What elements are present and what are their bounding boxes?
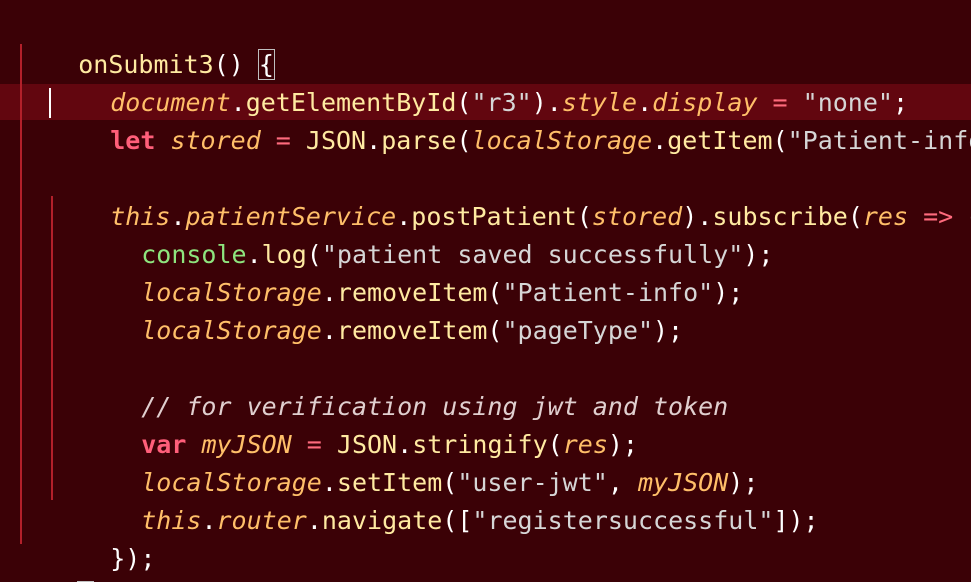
punct: . <box>201 506 217 535</box>
code-line[interactable]: onSubmit3() { <box>18 8 275 80</box>
code-line[interactable]: localStorage.setItem("user-jwt", myJSON)… <box>81 426 758 497</box>
method: getItem <box>667 126 773 155</box>
closing-brace: }); <box>110 544 156 573</box>
text-cursor <box>49 88 51 118</box>
punct: ( <box>487 316 503 345</box>
string: "registersuccessful" <box>472 506 774 535</box>
property: router <box>216 506 307 535</box>
method: removeItem <box>336 316 488 345</box>
code-line[interactable]: console.log("patient saved successfully"… <box>81 198 773 269</box>
punct: . <box>306 506 322 535</box>
punct: . <box>366 126 382 155</box>
identifier: localStorage <box>471 126 653 155</box>
code-line[interactable]: let stored = JSON.parse(localStorage.get… <box>50 84 971 155</box>
code-line[interactable]: // for verification using jwt and token <box>81 350 728 421</box>
code-line[interactable]: } <box>18 540 95 582</box>
punct: ( <box>456 126 472 155</box>
punct: ); <box>743 240 774 269</box>
punct: ([ <box>442 506 473 535</box>
identifier: localStorage <box>141 316 322 345</box>
punct: ( <box>772 126 788 155</box>
arrow-operator: => <box>908 202 969 231</box>
method: navigate <box>321 506 443 535</box>
punct: ]); <box>773 506 819 535</box>
punct: . <box>652 126 668 155</box>
code-line[interactable]: var myJSON = JSON.stringify(res); <box>81 388 638 459</box>
code-line[interactable]: localStorage.removeItem("Patient-info"); <box>81 236 743 307</box>
method: parse <box>381 126 457 155</box>
code-line[interactable]: }); <box>50 502 155 573</box>
punct: ); <box>713 278 744 307</box>
code-line[interactable]: this.router.navigate(["registersuccessfu… <box>81 464 818 535</box>
string: "Patient-info" <box>787 126 971 155</box>
code-editor[interactable]: onSubmit3() { document.getElementById("r… <box>0 0 971 582</box>
code-line[interactable]: localStorage.removeItem("pageType"); <box>81 274 683 345</box>
punct: ( <box>847 202 863 231</box>
punct: . <box>321 316 337 345</box>
identifier: stored <box>170 126 261 155</box>
parameter: res <box>862 202 909 231</box>
punct: ); <box>653 316 684 345</box>
operator: = <box>260 126 306 155</box>
string: "pageType" <box>502 316 653 345</box>
code-line[interactable]: this.patientService.postPatient(stored).… <box>50 160 971 231</box>
code-line[interactable]: document.getElementById("r3").style.disp… <box>50 46 908 117</box>
object: JSON <box>305 126 367 155</box>
keyword: let <box>110 126 156 155</box>
